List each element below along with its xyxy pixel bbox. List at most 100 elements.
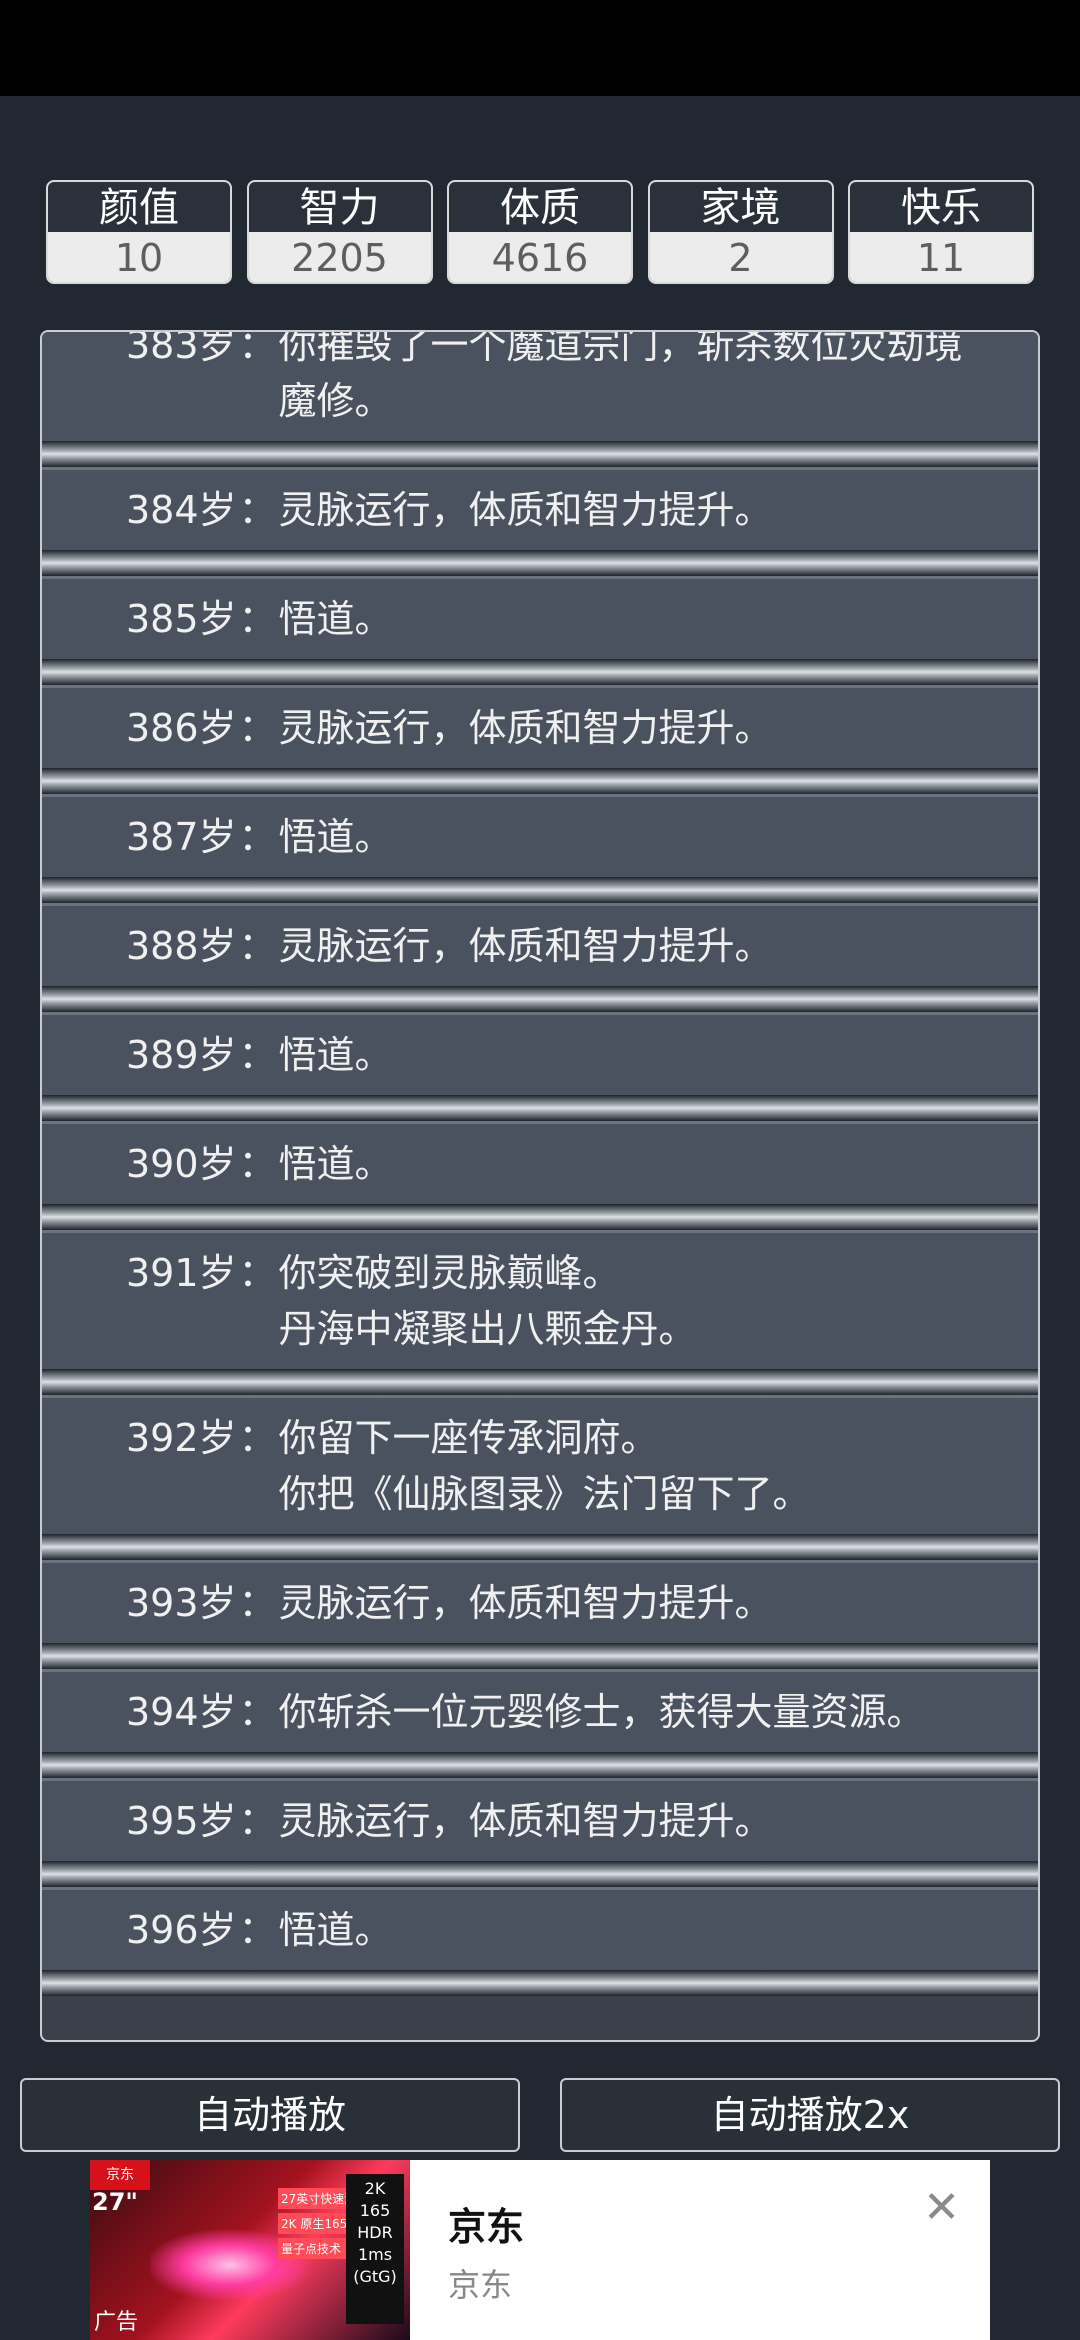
log-text: 灵脉运行，体质和智力提升。 [279,482,773,538]
log-line: 你突破到灵脉巅峰。 [278,1251,621,1295]
log-colon: ： [238,1033,277,1077]
log-entry: 388岁：灵脉运行，体质和智力提升。 [42,903,1038,986]
log-age: 389岁 [126,1033,237,1077]
log-entry: 383岁：你摧毁了一个魔道宗门，斩杀数位灾劫境 魔修。 [42,330,1038,441]
ad-image-size: 27" [92,2188,138,2216]
log-separator [42,1095,1038,1121]
log-line: 你留下一座传承洞府。 [278,1416,659,1460]
log-text: 悟道。 [279,1902,393,1958]
log-age: 390岁 [126,1142,237,1186]
log-age: 395岁 [126,1799,237,1843]
log-age: 386岁 [126,706,237,750]
log-colon: ： [238,488,277,532]
ad-banner[interactable]: 京东 27" 27英寸快速液晶 2K 原生165HZ 量子点技术 2K 165 HDR 1… [90,2160,990,2340]
log-age: 383岁 [126,330,237,367]
ad-title[interactable]: 京东 [448,2196,524,2251]
ad-subtitle: 京东 [448,2266,513,2304]
log-separator [42,550,1038,576]
log-separator [42,659,1038,685]
log-colon: ： [238,815,277,859]
log-colon: ： [238,1908,277,1952]
log-separator [42,1369,1038,1395]
log-text: 你突破到灵脉巅峰。 丹海中凝聚出八颗金丹。 [279,1245,697,1357]
log-colon: ： [238,1416,277,1460]
log-separator [42,1970,1038,1996]
log-entry: 390岁：悟道。 [42,1121,1038,1204]
ad-tag: 广告 [94,2310,139,2335]
log-entry: 394岁：你斩杀一位元婴修士，获得大量资源。 [42,1669,1038,1752]
log-colon: ： [238,597,277,641]
close-icon[interactable]: ✕ [923,2186,960,2230]
log-age: 388岁 [126,924,237,968]
log-text: 灵脉运行，体质和智力提升。 [279,1575,773,1631]
log-entry: 386岁：灵脉运行，体质和智力提升。 [42,685,1038,768]
ad-spec-item: (GtG) [353,2267,397,2286]
log-entry: 392岁：你留下一座传承洞府。你把《仙脉图录》法门留下了。 [42,1395,1038,1534]
log-colon: ： [238,330,277,367]
log-separator [42,1752,1038,1778]
log-age: 384岁 [126,488,237,532]
log-entry: 396岁：悟道。 [42,1887,1038,1970]
log-text: 悟道。 [279,1136,393,1192]
log-line: 灵脉运行，体质和智力提升。 [278,706,773,750]
log-text: 灵脉运行，体质和智力提升。 [279,700,773,756]
log-colon: ： [238,924,277,968]
ad-image[interactable]: 京东 27" 27英寸快速液晶 2K 原生165HZ 量子点技术 2K 165 HDR 1… [90,2160,410,2340]
log-separator [42,877,1038,903]
log-line: 悟道。 [278,1033,393,1077]
log-colon: ： [238,1690,277,1734]
log-separator [42,1534,1038,1560]
log-age: 391岁 [126,1251,237,1295]
log-line: 你把《仙脉图录》法门留下了。 [278,1472,811,1516]
stats-bar: 颜值 10 智力 2205 体质 4616 家境 2 快乐 11 [46,180,1034,286]
stat-intelligence: 智力 2205 [246,180,433,284]
life-log-list[interactable]: 383岁：你摧毁了一个魔道宗门，斩杀数位灾劫境 魔修。 384岁：灵脉运行，体质和智… [42,330,1038,1996]
log-entry: 387岁：悟道。 [42,794,1038,877]
log-age: 392岁 [126,1416,237,1460]
log-colon: ： [238,1142,277,1186]
ad-image-badge: 京东 [90,2160,150,2190]
stat-label: 家境 [700,185,781,231]
auto-play-button[interactable]: 自动播放 [20,2078,520,2152]
log-line: 悟道。 [278,1908,393,1952]
ad-image-specs: 2K 165 HDR 1ms (GtG) [346,2174,404,2324]
log-text: 悟道。 [279,591,393,647]
stat-value: 10 [48,232,230,282]
ad-spec-item: 165 [359,2201,391,2220]
log-age: 394岁 [126,1690,237,1734]
log-separator [42,1643,1038,1669]
log-separator [42,986,1038,1012]
stat-label: 快乐 [901,185,981,231]
stat-physique: 体质 4616 [447,180,633,284]
log-separator [42,441,1038,467]
log-line: 灵脉运行，体质和智力提升。 [278,488,773,532]
log-text: 悟道。 [279,809,393,865]
log-text: 你留下一座传承洞府。你把《仙脉图录》法门留下了。 [279,1410,811,1522]
log-colon: ： [238,706,277,750]
log-separator [42,768,1038,794]
log-age: 396岁 [126,1908,237,1952]
status-bar [0,0,1080,96]
log-age: 385岁 [126,597,237,641]
stat-label: 智力 [299,185,380,231]
log-text: 悟道。 [279,1027,393,1083]
log-line: 灵脉运行，体质和智力提升。 [278,924,773,968]
stat-family: 家境 2 [647,180,834,284]
log-entry: 391岁：你突破到灵脉巅峰。 丹海中凝聚出八颗金丹。 [42,1230,1038,1369]
ad-spec-item: 2K [364,2179,386,2198]
log-text: 灵脉运行，体质和智力提升。 [279,918,773,974]
log-text: 你摧毁了一个魔道宗门，斩杀数位灾劫境 魔修。 [279,332,963,429]
stat-value: 2205 [248,232,431,282]
auto-play-2x-button[interactable]: 自动播放2x [560,2078,1060,2152]
stat-label: 颜值 [99,185,179,231]
log-colon: ： [238,1799,277,1843]
life-log-panel[interactable]: 383岁：你摧毁了一个魔道宗门，斩杀数位灾劫境 魔修。 384岁：灵脉运行，体质和智… [40,330,1040,2042]
log-text: 你斩杀一位元婴修士，获得大量资源。 [279,1684,925,1740]
log-age: 393岁 [126,1581,237,1625]
log-line: 灵脉运行，体质和智力提升。 [278,1581,773,1625]
log-entry: 384岁：灵脉运行，体质和智力提升。 [42,467,1038,550]
log-separator [42,1204,1038,1230]
log-line: 悟道。 [278,1142,393,1186]
ad-promo-item: 27英寸快速液晶 [278,2188,368,2209]
log-entry: 393岁：灵脉运行，体质和智力提升。 [42,1560,1038,1643]
